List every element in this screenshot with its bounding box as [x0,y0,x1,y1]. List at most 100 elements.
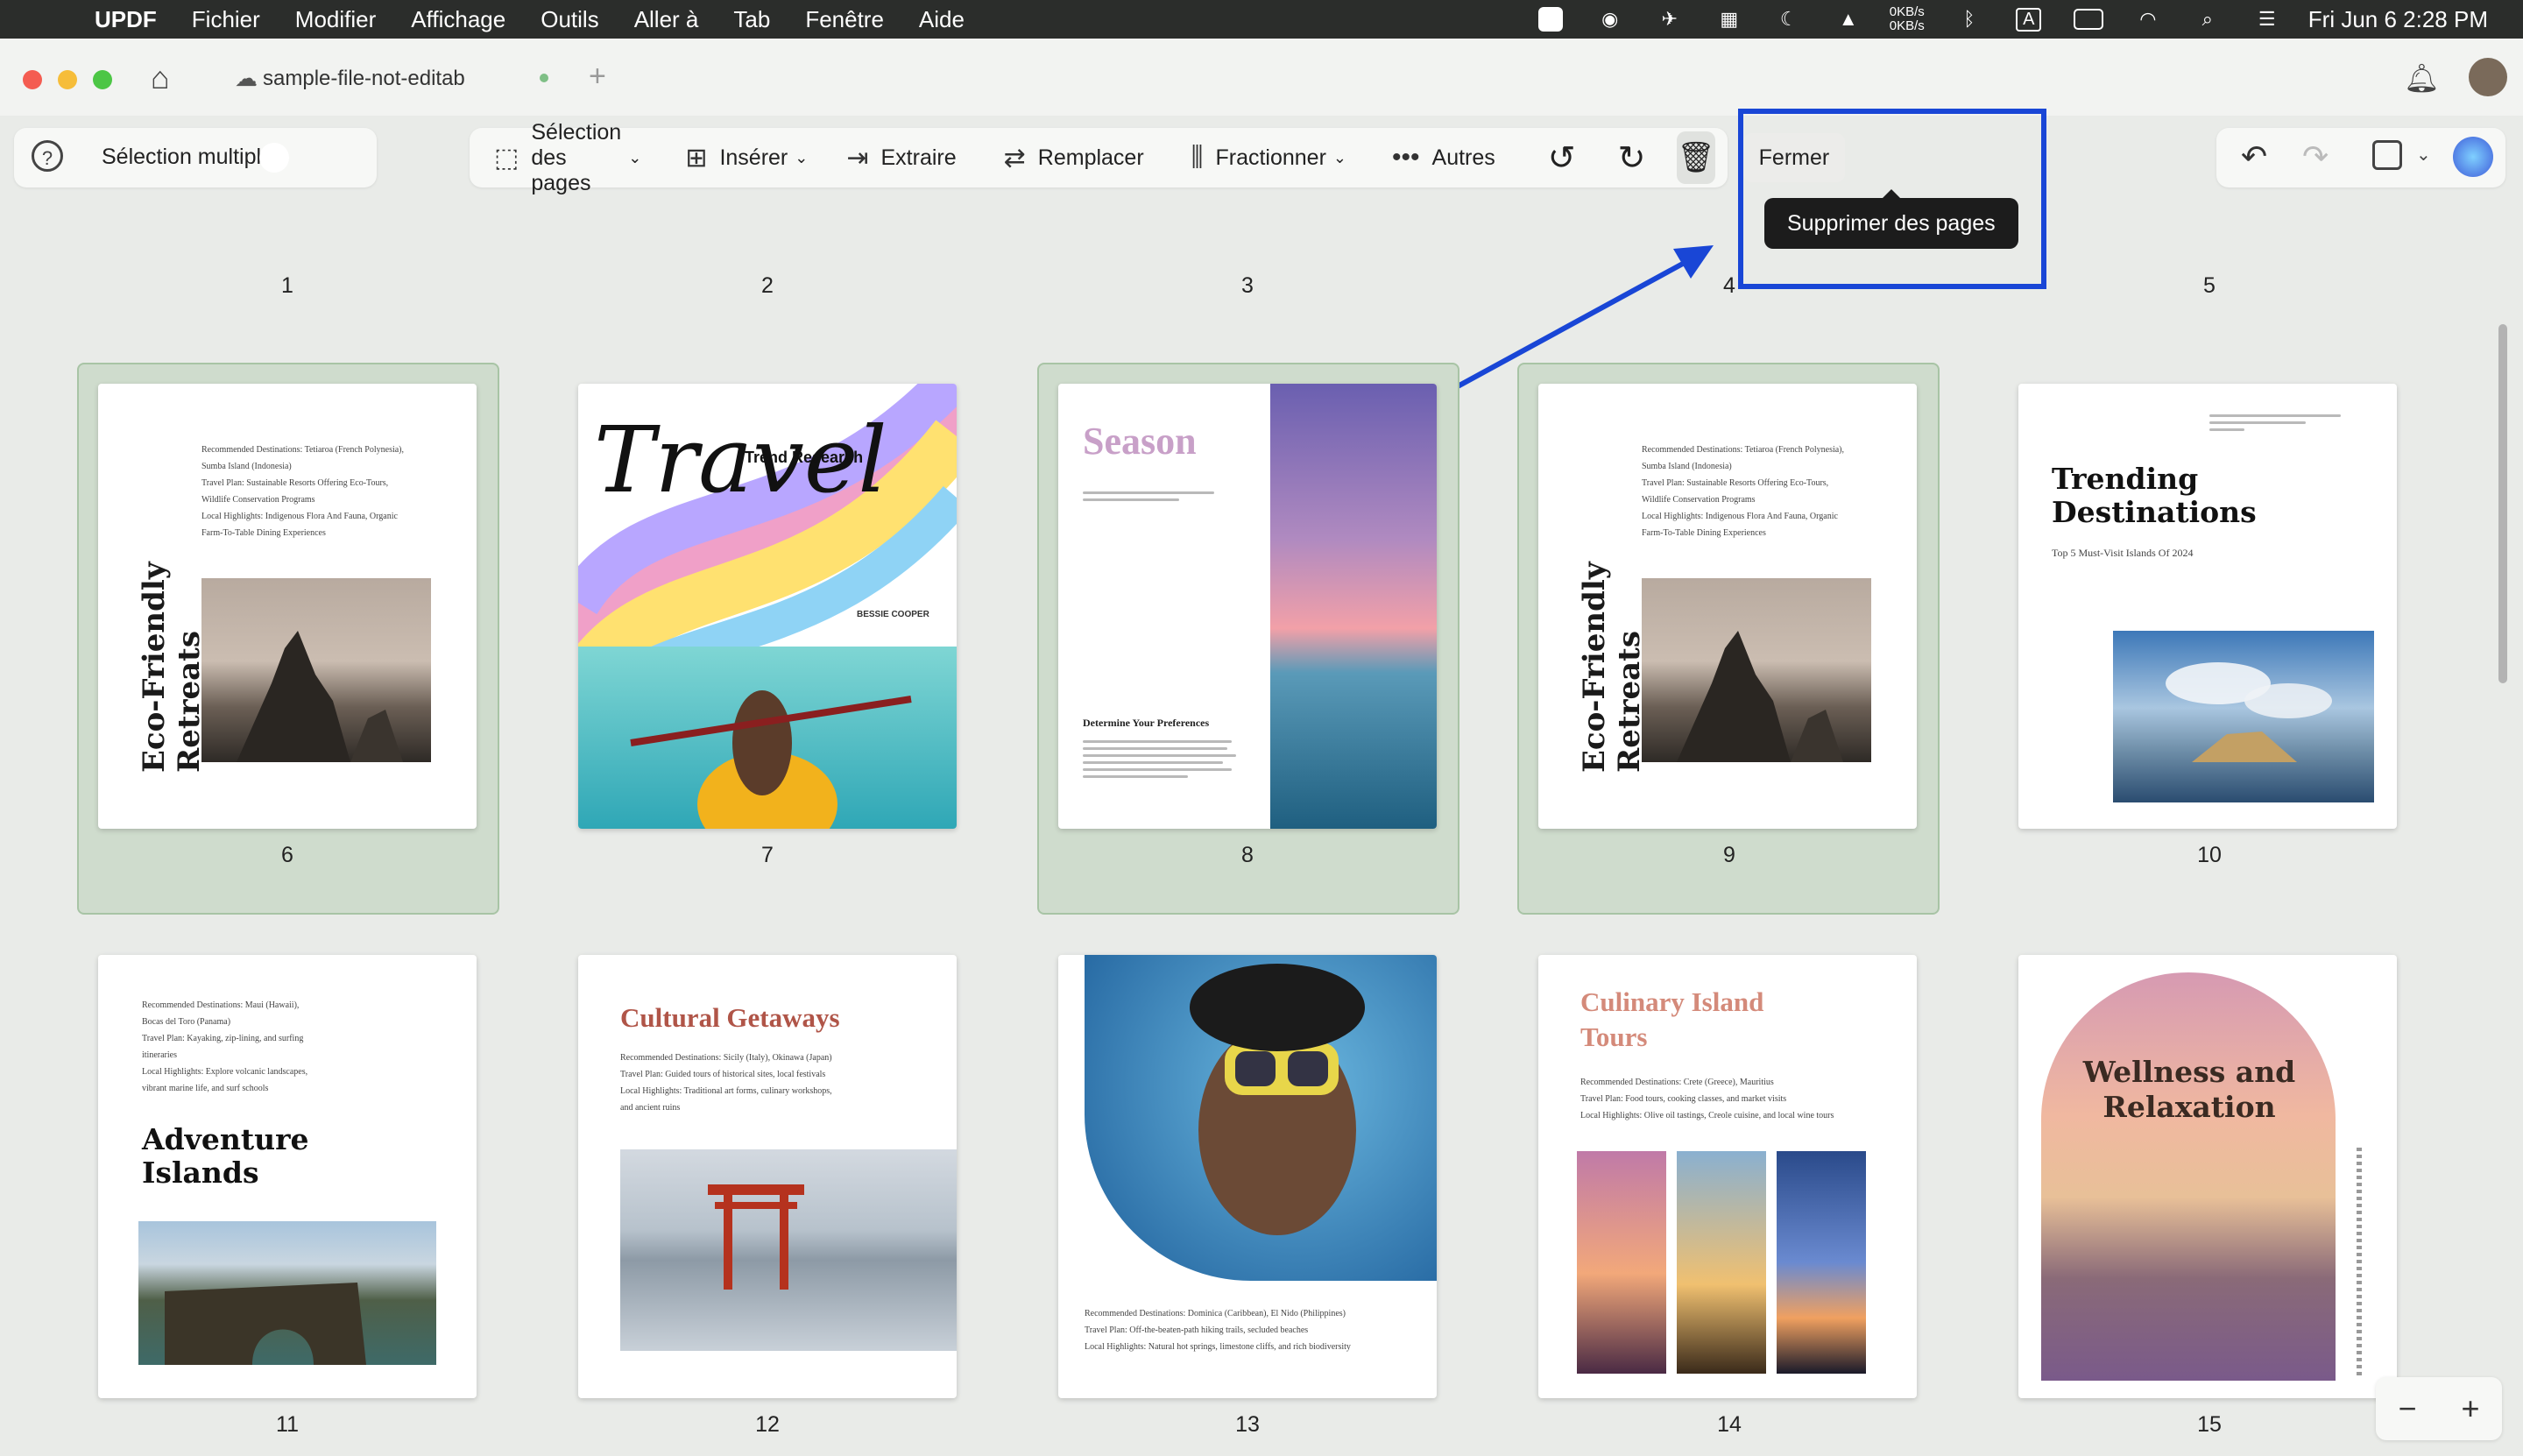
zoom-in-button[interactable]: + [2461,1390,2479,1427]
page-number: 3 [1241,273,1254,298]
rotate-left-icon: ↺ [1547,139,1576,177]
minimize-window-icon[interactable] [58,70,77,89]
page-subtitle: Determine Your Preferences [1083,717,1210,729]
menu-aller[interactable]: Aller à [634,6,699,33]
page-thumbnail-15[interactable]: Wellness and Relaxation [2018,955,2397,1398]
replace-icon: ⇄ [1003,143,1026,173]
page-number: 9 [1723,843,1735,867]
rotate-right-button[interactable]: ↻ [1618,131,1646,184]
delete-pages-button[interactable]: 🗑︎ [1677,131,1715,184]
menu-list: UPDF Fichier Modifier Affichage Outils A… [95,0,1000,39]
notification-bell-icon[interactable]: 🔔︎ [2404,61,2440,95]
rotate-right-icon: ↻ [1617,139,1646,177]
keyboard-input-icon[interactable]: A [2014,7,2044,32]
menu-fichier[interactable]: Fichier [192,6,260,33]
bluetooth-icon[interactable]: ᛒ [1954,8,1984,31]
moon-icon[interactable]: ☾ [1774,8,1804,31]
vertical-scrollbar[interactable] [2498,324,2507,683]
kayak-photo [578,647,957,829]
page-thumbnail-12[interactable]: Cultural Getaways Recommended Destinatio… [578,955,957,1398]
sunset-sea-photo [1270,384,1437,829]
zoom-control: − + [2376,1377,2502,1440]
page-thumbnail-8[interactable]: Season Determine Your Preferences [1058,384,1437,829]
grid-icon[interactable]: ▦ [1714,8,1744,31]
bag-icon[interactable]: ▲ [1834,8,1863,31]
page-number: 12 [755,1412,780,1437]
insert-icon: ⊞ [685,143,708,173]
network-speed: 0KB/s 0KB/s [1889,4,1925,33]
page-subtitle: Trend Research [745,449,864,466]
wifi-icon[interactable]: ◠ [2133,8,2163,31]
page-select-button[interactable]: ⬚ Sélection des pages ⌄ [494,120,641,195]
page-text: Recommended Destinations: Maui (Hawaii),… [142,1000,308,1093]
ai-assistant-icon[interactable] [2453,137,2493,177]
avatar[interactable] [2469,58,2507,96]
right-toolbar: ↶ ↷ ⌄ [2216,128,2505,187]
multi-select-bar: ? Sélection multiple [14,128,377,187]
page-thumbnail-7[interactable]: Travel Trend Research BESSIE COOPER [578,384,957,829]
extract-icon: ⇥ [846,143,869,173]
trash-icon: 🗑︎ [1677,141,1715,174]
page-number: 8 [1241,843,1254,867]
cliff-photo [138,1221,436,1365]
menu-aide[interactable]: Aide [919,6,965,33]
extract-button[interactable]: ⇥ Extraire [846,131,956,184]
menu-tab[interactable]: Tab [733,6,770,33]
page-title: Adventure Islands [142,1122,309,1190]
palm-photo [1677,1151,1766,1374]
page-thumbnail-6[interactable]: Eco-Friendly Retreats Recommended Destin… [98,384,477,829]
more-dots-icon: ••• [1392,143,1420,172]
page-thumbnail-10[interactable]: Trending Destinations Top 5 Must-Visit I… [2018,384,2397,829]
macos-menubar: UPDF Fichier Modifier Affichage Outils A… [0,0,2523,39]
page-thumbnail-14[interactable]: Culinary Island Tours Recommended Destin… [1538,955,1917,1398]
zoom-window-icon[interactable] [93,70,112,89]
page-title: Eco-Friendly Retreats [1577,562,1647,773]
page-text: Recommended Destinations: Dominica (Cari… [1085,1309,1351,1352]
menu-affichage[interactable]: Affichage [411,6,505,33]
save-icon[interactable] [2372,140,2402,170]
updf-tray-icon[interactable] [1536,7,1565,32]
page-number: 4 [1723,273,1735,298]
search-icon[interactable]: ⌕ [2193,8,2223,31]
chevron-down-icon: ⌄ [1332,148,1347,166]
new-tab-icon[interactable]: + [589,60,606,94]
disk-icon[interactable]: ◉ [1595,8,1625,31]
document-tab-title[interactable]: sample-file-not-editab [263,67,465,91]
page-text: Recommended Destinations: Tetiaroa (Fren… [201,445,405,538]
page-toolbar: ⬚ Sélection des pages ⌄ ⊞ Insérer ⌄ ⇥ Extrair… [470,120,1846,195]
menu-app-name[interactable]: UPDF [95,6,157,33]
page-text [2209,410,2350,435]
page-thumbnail-11[interactable]: Recommended Destinations: Maui (Hawaii),… [98,955,477,1398]
page-number: 11 [276,1412,299,1437]
menu-fenetre[interactable]: Fenêtre [805,6,884,33]
control-center-icon[interactable]: ☰ [2252,8,2282,31]
undo-icon[interactable]: ↶ [2241,138,2267,175]
more-button[interactable]: ••• Autres [1392,131,1495,184]
split-button[interactable]: ⫼ Fractionner ⌄ [1191,131,1346,184]
page-text [1083,736,1240,782]
page-number: 14 [1717,1412,1742,1437]
page-text: Recommended Destinations: Tetiaroa (Fren… [1642,445,1845,538]
page-subtitle: Top 5 Must-Visit Islands Of 2024 [2052,547,2194,559]
multi-select-label: Sélection multiple [102,145,273,169]
battery-icon[interactable] [2073,8,2103,31]
home-icon[interactable]: ⌂ [151,60,170,96]
menu-modifier[interactable]: Modifier [295,6,376,33]
bird-icon[interactable]: ✈ [1655,8,1685,31]
cursor-select-icon: ⬚ [494,143,519,173]
help-icon[interactable]: ? [32,140,63,172]
close-window-icon[interactable] [23,70,42,89]
menu-outils[interactable]: Outils [541,6,598,33]
redo-icon[interactable]: ↷ [2302,138,2329,175]
page-title: Wellness and Relaxation [2082,1055,2296,1124]
chevron-down-icon[interactable]: ⌄ [2416,144,2431,166]
page-select-label: Sélection des pages [531,119,622,195]
cloud-icon: ☁ [235,65,258,91]
page-thumbnail-9[interactable]: Eco-Friendly Retreats Recommended Destin… [1538,384,1917,829]
rotate-left-button[interactable]: ↺ [1548,131,1576,184]
page-thumbnail-13[interactable]: Recommended Destinations: Dominica (Cari… [1058,955,1437,1398]
zoom-out-button[interactable]: − [2398,1390,2416,1427]
replace-button[interactable]: ⇄ Remplacer [1004,131,1144,184]
insert-button[interactable]: ⊞ Insérer ⌄ [685,131,808,184]
clock[interactable]: Fri Jun 6 2:28 PM [2308,6,2488,33]
